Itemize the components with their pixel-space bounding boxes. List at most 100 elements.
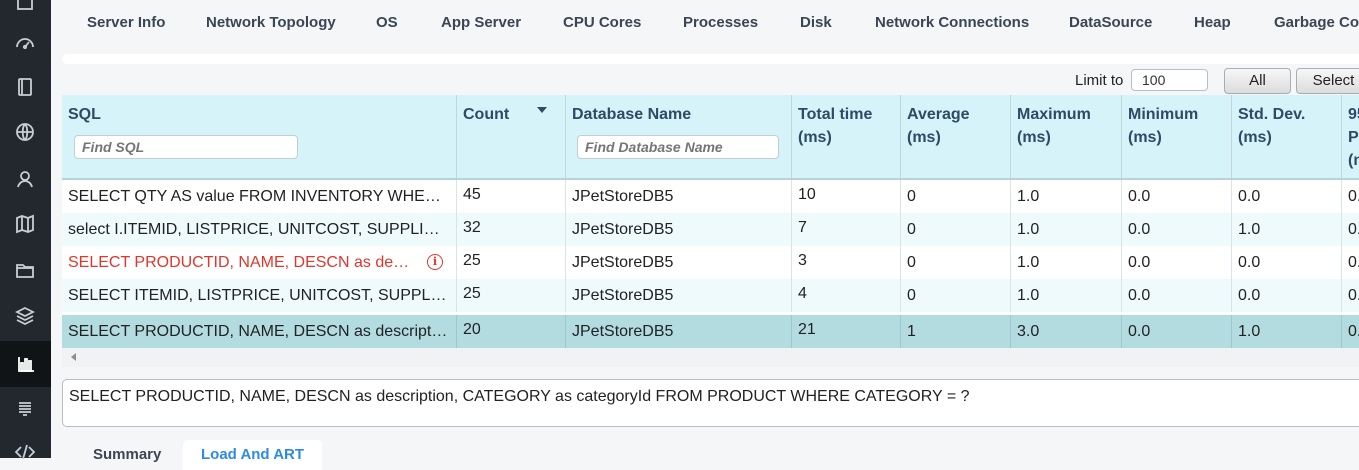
minimum-cell: 0.0 (1122, 279, 1232, 312)
column-header-label: Std. Dev. (1238, 106, 1306, 123)
column-header-unit: (ms) (907, 129, 941, 146)
top-tab-bar: Server Info Network Topology OS App Serv… (51, 0, 1359, 46)
user-icon[interactable] (13, 167, 37, 191)
top-partial-icon[interactable] (13, 0, 37, 15)
table-header: SQL Count Database Name Total time (ms) … (62, 95, 1359, 180)
column-header-label: Minimum (1128, 106, 1199, 123)
std-dev-cell: 0.0 (1232, 180, 1342, 213)
tab-network-topology[interactable]: Network Topology (206, 14, 336, 31)
average-cell: 0 (901, 180, 1011, 213)
total-time-cell: 3 (792, 246, 901, 279)
tab-server-info[interactable]: Server Info (87, 14, 165, 31)
dashboard-icon[interactable] (13, 31, 37, 55)
database-cell: JPetStoreDB5 (566, 315, 792, 348)
column-header-unit: (ms) (798, 129, 832, 146)
tab-summary[interactable]: Summary (75, 440, 179, 470)
maximum-cell: 3.0 (1011, 315, 1122, 348)
maximum-cell: 1.0 (1011, 279, 1122, 312)
column-header-sql[interactable]: SQL (62, 95, 457, 178)
column-header-label: SQL (68, 106, 101, 123)
table-row[interactable]: SELECT QTY AS value FROM INVENTORY WHERE… (62, 180, 1359, 213)
code-icon[interactable] (13, 440, 37, 464)
notebook-icon[interactable] (13, 75, 37, 99)
total-time-cell: 7 (792, 213, 901, 246)
total-time-cell: 4 (792, 279, 901, 312)
count-cell: 45 (457, 180, 566, 213)
average-cell: 0 (901, 213, 1011, 246)
tab-datasource[interactable]: DataSource (1069, 14, 1152, 31)
count-cell: 20 (457, 315, 566, 348)
find-database-input[interactable] (577, 135, 779, 159)
tab-load-and-art[interactable]: Load And ART (183, 440, 323, 470)
stack-icon[interactable] (13, 396, 37, 420)
globe-icon[interactable] (13, 120, 37, 144)
column-header-average[interactable]: Average (ms) (901, 95, 1011, 178)
std-dev-cell: 0.0 (1232, 279, 1342, 312)
tab-app-server[interactable]: App Server (441, 14, 521, 31)
layers-icon[interactable] (13, 304, 37, 328)
maximum-cell: 1.0 (1011, 213, 1122, 246)
column-header-label: Total time (798, 106, 873, 123)
minimum-cell: 0.0 (1122, 315, 1232, 348)
database-cell: JPetStoreDB5 (566, 279, 792, 312)
column-header-label: P (1348, 129, 1359, 146)
info-icon[interactable]: i (427, 254, 443, 270)
select-button[interactable]: Select (1296, 68, 1359, 94)
sort-desc-icon[interactable] (537, 107, 547, 113)
tab-disk[interactable]: Disk (800, 14, 832, 31)
tab-heap[interactable]: Heap (1194, 14, 1231, 31)
tab-network-connections[interactable]: Network Connections (875, 14, 1029, 31)
tab-garbage-collection[interactable]: Garbage Col (1274, 14, 1359, 31)
column-header-count[interactable]: Count (457, 95, 566, 178)
count-cell: 25 (457, 279, 566, 312)
minimum-cell: 0.0 (1122, 180, 1232, 213)
p95-cell: 0. (1348, 323, 1359, 340)
horizontal-scrollbar[interactable] (62, 348, 1359, 367)
sql-detail-box[interactable]: SELECT PRODUCTID, NAME, DESCN as descrip… (62, 379, 1359, 427)
p95-cell: 0. (1348, 287, 1359, 304)
column-header-minimum[interactable]: Minimum (ms) (1122, 95, 1232, 178)
column-header-label: Database Name (572, 106, 692, 123)
sql-cell: SELECT QTY AS value FROM INVENTORY WHERE… (62, 180, 457, 213)
bar-chart-icon[interactable] (0, 341, 51, 387)
database-cell: JPetStoreDB5 (566, 246, 792, 279)
table-row[interactable]: select I.ITEMID, LISTPRICE, UNITCOST, SU… (62, 213, 1359, 246)
total-time-cell: 21 (792, 315, 901, 348)
average-cell: 1 (901, 315, 1011, 348)
scroll-left-icon[interactable] (71, 353, 76, 361)
find-sql-input[interactable] (74, 135, 298, 159)
map-icon[interactable] (13, 212, 37, 236)
sql-cell: SELECT PRODUCTID, NAME, DESCN as descrip… (62, 315, 457, 348)
sql-cell: SELECT PRODUCTID, NAME, DESCN as descrip… (68, 254, 422, 271)
std-dev-cell: 1.0 (1232, 213, 1342, 246)
table-row[interactable]: SELECT ITEMID, LISTPRICE, UNITCOST, SUPP… (62, 279, 1359, 312)
sql-table: SQL Count Database Name Total time (ms) … (62, 95, 1359, 348)
tab-os[interactable]: OS (376, 14, 398, 31)
database-cell: JPetStoreDB5 (566, 213, 792, 246)
column-header-maximum[interactable]: Maximum (ms) (1011, 95, 1122, 178)
column-header-database-name[interactable]: Database Name (566, 95, 792, 178)
tab-cpu-cores[interactable]: CPU Cores (563, 14, 641, 31)
table-row-selected[interactable]: SELECT PRODUCTID, NAME, DESCN as descrip… (62, 315, 1359, 348)
p95-cell: 0. (1348, 221, 1359, 238)
all-button[interactable]: All (1224, 68, 1291, 94)
limit-input[interactable] (1131, 69, 1208, 91)
std-dev-cell: 1.0 (1232, 315, 1342, 348)
tab-processes[interactable]: Processes (683, 14, 758, 31)
table-row-error[interactable]: SELECT PRODUCTID, NAME, DESCN as descrip… (62, 246, 1359, 279)
count-cell: 32 (457, 213, 566, 246)
column-header-std-dev[interactable]: Std. Dev. (ms) (1232, 95, 1342, 178)
sql-cell: select I.ITEMID, LISTPRICE, UNITCOST, SU… (62, 213, 457, 246)
maximum-cell: 1.0 (1011, 180, 1122, 213)
sidebar (0, 0, 51, 460)
column-header-unit: (ms) (1017, 129, 1051, 146)
p95-cell: 0. (1348, 188, 1359, 205)
limit-label: Limit to (1075, 72, 1124, 89)
column-header-label: Average (907, 106, 970, 123)
folder-icon[interactable] (13, 258, 37, 282)
column-header-p95[interactable]: 95 P (n (1342, 95, 1359, 178)
total-time-cell: 10 (792, 180, 901, 213)
column-header-total-time[interactable]: Total time (ms) (792, 95, 901, 178)
column-header-unit: (ms) (1238, 129, 1272, 146)
database-cell: JPetStoreDB5 (566, 180, 792, 213)
